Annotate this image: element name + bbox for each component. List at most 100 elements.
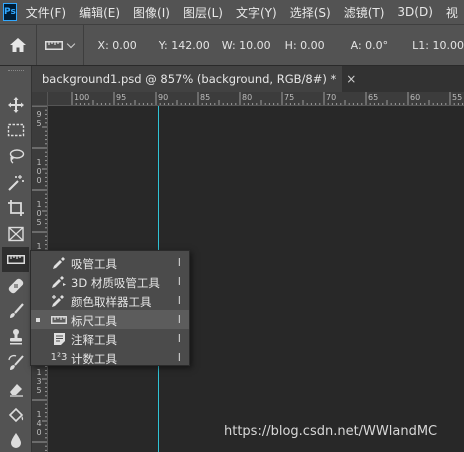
- panel-grip[interactable]: [8, 70, 24, 72]
- tools-panel: [0, 66, 32, 452]
- flyout-item-label: 3D 材质吸管工具: [71, 276, 160, 290]
- ruler-label: 100: [74, 93, 90, 102]
- brush-tool[interactable]: [2, 298, 29, 323]
- clone-stamp-tool[interactable]: [2, 324, 29, 349]
- flyout-item-label: 颜色取样器工具: [71, 295, 152, 309]
- stamp-icon: [9, 328, 22, 344]
- flyout-item-ruler[interactable]: 标尺工具 I: [31, 310, 189, 329]
- bandage-icon: [8, 278, 23, 293]
- ruler-label: 75: [284, 93, 295, 102]
- flyout-item-color-sampler[interactable]: 颜色取样器工具 I: [31, 291, 189, 310]
- magic-wand-icon: [7, 174, 24, 191]
- ruler-label: 80: [242, 93, 253, 102]
- photoshop-logo: Ps: [3, 3, 17, 21]
- document-tab[interactable]: background1.psd @ 857% (background, RGB/…: [32, 66, 356, 92]
- ruler-label: 1: [36, 368, 42, 377]
- close-icon[interactable]: ×: [346, 72, 356, 86]
- menu-image[interactable]: 图像(I): [133, 4, 170, 21]
- crop-tool[interactable]: [2, 195, 29, 220]
- flyout-item-3d-material-eyedropper[interactable]: 3D 材质吸管工具 I: [31, 272, 189, 291]
- paint-bucket-tool[interactable]: [2, 402, 29, 427]
- move-tool[interactable]: [2, 92, 29, 117]
- ruler-label: 85: [200, 93, 211, 102]
- x-readout: X: 0.00: [97, 38, 137, 52]
- menu-layer[interactable]: 图层(L): [183, 4, 223, 21]
- 3d-eyedropper-icon: [50, 274, 68, 289]
- ruler-label: 60: [410, 93, 421, 102]
- ruler-label: 70: [326, 93, 337, 102]
- shortcut-key: I: [177, 351, 181, 364]
- ruler-label: 5: [36, 119, 42, 128]
- eyedropper-icon: [50, 255, 68, 270]
- horizontal-ruler[interactable]: 100 95 90 85 80 75 70 65 60 55: [32, 92, 464, 106]
- ruler-icon: [45, 40, 64, 50]
- paint-bucket-icon: [8, 407, 23, 422]
- flyout-item-label: 吸管工具: [71, 257, 117, 271]
- ruler-label: 9: [36, 110, 42, 119]
- shortcut-key: I: [177, 275, 181, 288]
- tool-flyout-menu: 吸管工具 I 3D 材质吸管工具 I 颜色取样器工具 I 标尺工具 I 注释工具…: [30, 250, 190, 366]
- ruler-tool[interactable]: [2, 247, 29, 272]
- flyout-item-label: 注释工具: [71, 333, 117, 347]
- document-tab-title: background1.psd @ 857% (background, RGB/…: [42, 72, 337, 86]
- magic-wand-tool[interactable]: [2, 170, 29, 195]
- count-icon: 1²3: [50, 352, 68, 363]
- drop-icon: [10, 432, 21, 448]
- shortcut-key: I: [177, 332, 181, 345]
- menu-type[interactable]: 文字(Y): [236, 4, 277, 21]
- healing-brush-tool[interactable]: [2, 273, 29, 298]
- y-readout: Y: 142.00: [158, 38, 210, 52]
- flyout-item-label: 标尺工具: [71, 314, 117, 328]
- ruler-label: 0: [36, 428, 42, 437]
- ruler-label: 0: [36, 167, 42, 176]
- crop-icon: [7, 199, 24, 216]
- lasso-tool[interactable]: [2, 144, 29, 169]
- lasso-icon: [9, 148, 24, 164]
- history-brush-icon: [7, 354, 24, 370]
- ruler-label: 1: [36, 158, 42, 167]
- note-icon: [50, 331, 68, 346]
- h-readout: H: 0.00: [284, 38, 325, 52]
- document-tab-bar: background1.psd @ 857% (background, RGB/…: [32, 66, 464, 92]
- flyout-item-count[interactable]: 1²3 计数工具 I: [31, 348, 189, 367]
- marquee-icon: [7, 123, 24, 136]
- flyout-item-eyedropper[interactable]: 吸管工具 I: [31, 253, 189, 272]
- frame-tool[interactable]: [2, 221, 29, 246]
- ruler-label: 95: [116, 93, 127, 102]
- home-icon: [9, 38, 26, 52]
- menu-file[interactable]: 文件(F): [26, 4, 66, 21]
- ruler-label: 65: [368, 93, 379, 102]
- history-brush-tool[interactable]: [2, 350, 29, 375]
- menu-edit[interactable]: 编辑(E): [79, 4, 120, 21]
- flyout-item-note[interactable]: 注释工具 I: [31, 329, 189, 348]
- ruler-label: 4: [36, 419, 42, 428]
- tool-preset-picker[interactable]: [37, 25, 84, 65]
- ruler-label: 90: [158, 93, 169, 102]
- eraser-icon: [9, 383, 23, 397]
- chevron-down-icon: [66, 39, 76, 48]
- blur-tool[interactable]: [2, 427, 29, 452]
- ruler-label: 3: [36, 377, 42, 386]
- shortcut-key: I: [177, 313, 181, 326]
- ruler-label: 55: [452, 93, 463, 102]
- move-icon: [7, 96, 24, 113]
- color-sampler-icon: [50, 293, 68, 308]
- shortcut-key: I: [177, 256, 181, 269]
- brush-icon: [9, 302, 24, 318]
- menu-bar: Ps 文件(F) 编辑(E) 图像(I) 图层(L) 文字(Y) 选择(S) 滤…: [0, 0, 464, 24]
- menu-select[interactable]: 选择(S): [290, 4, 331, 21]
- shortcut-key: I: [177, 294, 181, 307]
- menu-3d[interactable]: 3D(D): [397, 5, 432, 19]
- ruler-label: 0: [36, 209, 42, 218]
- w-readout: W: 10.00: [221, 38, 271, 52]
- eraser-tool[interactable]: [2, 376, 29, 401]
- ruler-label: 5: [36, 218, 42, 227]
- home-button[interactable]: [0, 25, 37, 65]
- ruler-origin[interactable]: [32, 92, 48, 106]
- menu-view[interactable]: 视: [446, 4, 458, 21]
- menu-filter[interactable]: 滤镜(T): [344, 4, 385, 21]
- flyout-item-label: 计数工具: [71, 352, 117, 366]
- ruler-label: 1: [36, 410, 42, 419]
- ruler-icon: [50, 312, 68, 327]
- marquee-tool[interactable]: [2, 117, 29, 142]
